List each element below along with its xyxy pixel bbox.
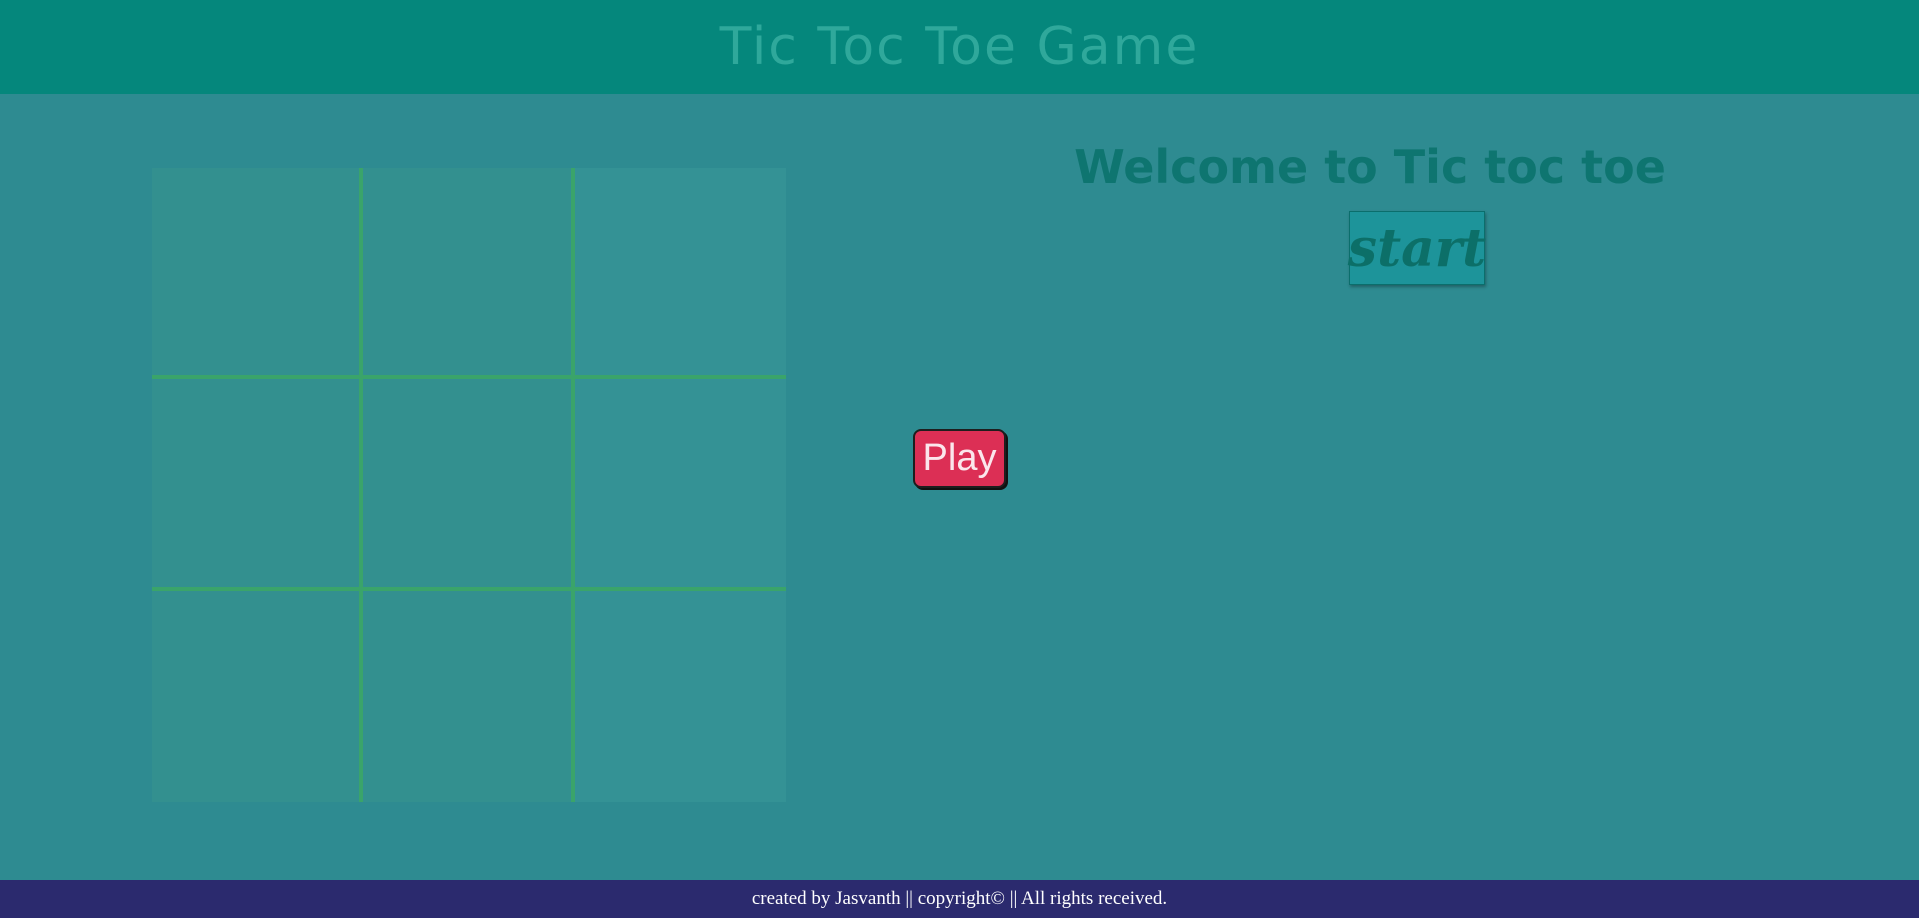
- page-footer: created by Jasvanth || copyright© || All…: [0, 880, 1919, 918]
- board-cell-1[interactable]: [152, 168, 364, 380]
- board-cell-2[interactable]: [363, 168, 575, 380]
- board-cell-5[interactable]: [363, 379, 575, 591]
- play-button[interactable]: Play: [913, 429, 1006, 488]
- board-cell-8[interactable]: [363, 590, 575, 802]
- start-button[interactable]: start: [1348, 211, 1486, 285]
- board-cell-7[interactable]: [152, 590, 364, 802]
- page-header: Tic Toc Toe Game: [0, 0, 1919, 94]
- board-cell-4[interactable]: [152, 379, 364, 591]
- game-board: [152, 168, 786, 802]
- board-cell-6[interactable]: [574, 379, 786, 591]
- footer-text: created by Jasvanth || copyright© || All…: [751, 888, 1168, 909]
- board-cell-3[interactable]: [574, 168, 786, 380]
- game-title: Tic Toc Toe Game: [719, 17, 1200, 77]
- welcome-heading: Welcome to Tic toc toe: [1074, 140, 1666, 194]
- board-cell-9[interactable]: [574, 590, 786, 802]
